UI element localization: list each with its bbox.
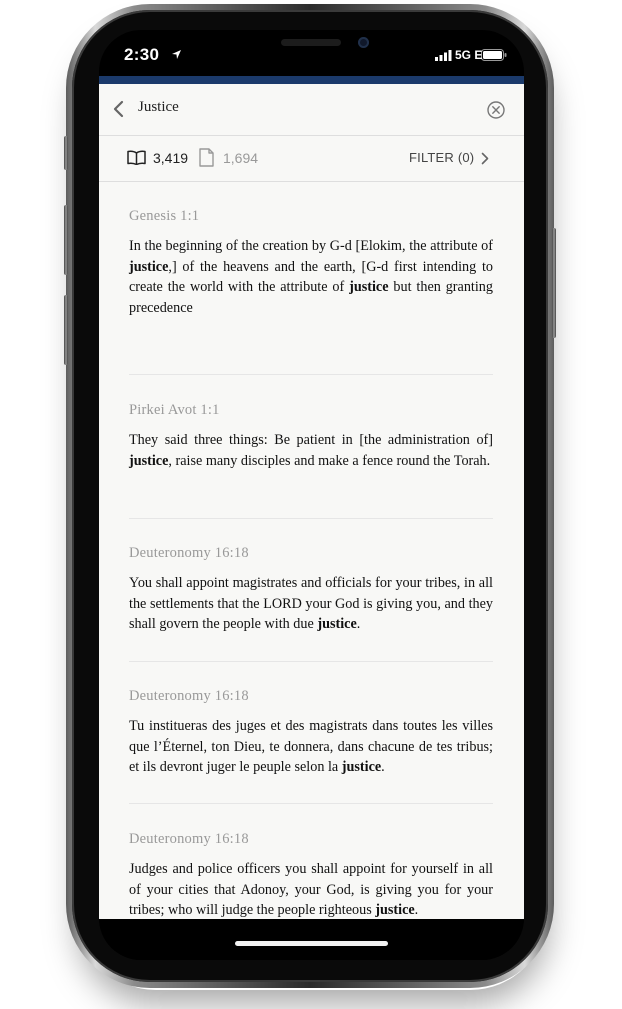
sheet-results-count: 1,694: [223, 150, 259, 166]
status-time: 2:30: [124, 45, 160, 64]
chevron-right-icon: [481, 152, 489, 165]
search-results-list: Genesis 1:1 In the beginning of the crea…: [99, 182, 524, 919]
result-divider: [129, 374, 493, 375]
snippet-text: Tu institueras des juges et des magistra…: [129, 718, 493, 776]
result-divider: [129, 518, 493, 519]
network-type-label: 5G E: [455, 48, 483, 62]
search-result[interactable]: Pirkei Avot 1:1 They said three things: …: [129, 402, 493, 471]
search-result[interactable]: Deuteronomy 16:18 Judges and police offi…: [129, 831, 493, 919]
search-query-text[interactable]: Justice: [138, 99, 179, 116]
filter-label: FILTER (0): [409, 150, 475, 165]
book-icon: [127, 150, 146, 165]
mute-switch: [64, 136, 68, 170]
highlighted-term: justice: [129, 452, 169, 469]
clear-search-icon[interactable]: [486, 100, 506, 120]
highlighted-term: justice: [129, 258, 169, 275]
result-reference[interactable]: Deuteronomy 16:18: [129, 545, 493, 562]
snippet-text: In the beginning of the creation by G-d …: [129, 238, 493, 254]
highlighted-term: justice: [375, 902, 415, 919]
result-snippet: Tu institueras des juges et des magistra…: [129, 716, 493, 778]
sheet-icon: [199, 148, 214, 167]
earpiece-speaker: [281, 39, 341, 46]
result-reference[interactable]: Deuteronomy 16:18: [129, 688, 493, 705]
snippet-text: .: [414, 902, 419, 919]
result-divider: [129, 803, 493, 804]
results-toolbar: 3,419 1,694 FILTER (0): [99, 136, 524, 182]
snippet-text: .: [381, 759, 385, 776]
result-snippet: They said three things: Be patient in [t…: [129, 430, 493, 471]
volume-down-button: [64, 295, 68, 365]
location-arrow-icon: [172, 50, 181, 59]
highlighted-term: justice: [317, 616, 357, 633]
search-result[interactable]: Deuteronomy 16:18 You shall appoint magi…: [129, 545, 493, 635]
search-results-screen: Justice 3,419 1,694 FILTER (0) Genesis 1…: [99, 84, 524, 919]
result-snippet: Judges and police officers you shall app…: [129, 859, 493, 919]
snippet-text: .: [356, 616, 361, 633]
cellular-signal-icon: [435, 50, 452, 61]
back-chevron-icon[interactable]: [109, 98, 131, 120]
search-header: Justice: [99, 84, 524, 136]
search-result[interactable]: Genesis 1:1 In the beginning of the crea…: [129, 208, 493, 318]
volume-up-button: [64, 205, 68, 275]
result-snippet: In the beginning of the creation by G-d …: [129, 236, 493, 318]
text-results-count: 3,419: [153, 150, 189, 166]
phone-screen: 2:30 5G E Justice 3,419 1,694 FILTER (0)…: [99, 30, 524, 960]
battery-icon: [481, 49, 507, 61]
home-indicator[interactable]: [235, 941, 388, 946]
status-bar: 2:30 5G E: [99, 30, 524, 78]
snippet-text: They said three things: Be patient in [t…: [129, 432, 493, 448]
home-indicator-area: [99, 919, 524, 960]
search-result[interactable]: Deuteronomy 16:18 Tu institueras des jug…: [129, 688, 493, 778]
app-accent-bar: [99, 76, 524, 84]
power-button: [552, 228, 556, 338]
result-reference[interactable]: Genesis 1:1: [129, 208, 493, 225]
result-reference[interactable]: Pirkei Avot 1:1: [129, 402, 493, 419]
highlighted-term: justice: [341, 759, 382, 776]
result-snippet: You shall appoint magistrates and offici…: [129, 573, 493, 635]
result-reference[interactable]: Deuteronomy 16:18: [129, 831, 493, 848]
highlighted-term: justice: [349, 279, 389, 296]
snippet-text: Judges and police officers you shall app…: [129, 861, 493, 919]
snippet-text: , raise many disciples and make a fence …: [168, 452, 491, 469]
result-divider: [129, 661, 493, 662]
device-mockup: 2:30 5G E Justice 3,419 1,694 FILTER (0)…: [0, 0, 622, 1009]
snippet-text: You shall appoint magistrates and offici…: [129, 575, 493, 633]
front-camera: [358, 37, 369, 48]
